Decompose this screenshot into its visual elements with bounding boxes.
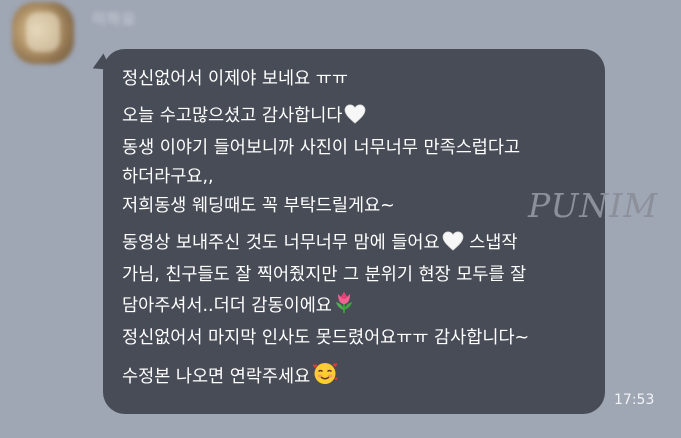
tulip-icon [334, 290, 354, 324]
message-paragraph: 정신없어서 이제야 보네요 ㅠㅠ [122, 65, 589, 94]
message-paragraph: 수정본 나오면 연락주세요 [122, 361, 589, 395]
message-line: 정신없어서 이제야 보네요 ㅠㅠ [122, 69, 348, 89]
message-paragraph: 동영상 보내주신 것도 너무너무 맘에 들어요 스냅작 가님, 친구들도 잘 찍… [122, 229, 589, 353]
message-timestamp: 17:53 [614, 392, 655, 408]
message-line: 동영상 보내주신 것도 너무너무 맘에 들어요 스냅작 [122, 229, 589, 261]
message-bubble[interactable]: 정신없어서 이제야 보네요 ㅠㅠ 오늘 수고많으셨고 감사합니다 동생 이야기 … [103, 49, 605, 414]
message-line: 동생 이야기 들어보니까 사진이 너무너무 만족스럽다고 [122, 138, 521, 158]
avatar-image [26, 12, 60, 52]
message-line: 오늘 수고많으셨고 감사합니다 [122, 102, 589, 134]
message-line: 하더라구요,, [122, 167, 214, 187]
watermark: PUNIM [528, 186, 659, 225]
message-line: 저희동생 웨딩때도 꼭 부탁드릴게요~ [122, 196, 395, 216]
white-heart-icon [442, 231, 464, 261]
message-line: 수정본 나오면 연락주세요 [122, 361, 589, 395]
message-paragraph: 오늘 수고많으셨고 감사합니다 동생 이야기 들어보니까 사진이 너무너무 만족… [122, 102, 589, 221]
message-line: 담아주셔서..더더 감동이에요 [122, 290, 589, 324]
sender-avatar[interactable] [12, 2, 74, 64]
smiling-face-with-hearts-icon [312, 361, 338, 395]
sender-name: 이하요 [92, 10, 137, 28]
message-line: 정신없어서 마지막 인사도 못드렸어요ㅠㅠ 감사합니다~ [122, 328, 530, 348]
message-line: 가님, 친구들도 잘 찍어줬지만 그 분위기 현장 모두를 잘 [122, 265, 527, 285]
white-heart-icon [344, 104, 366, 134]
